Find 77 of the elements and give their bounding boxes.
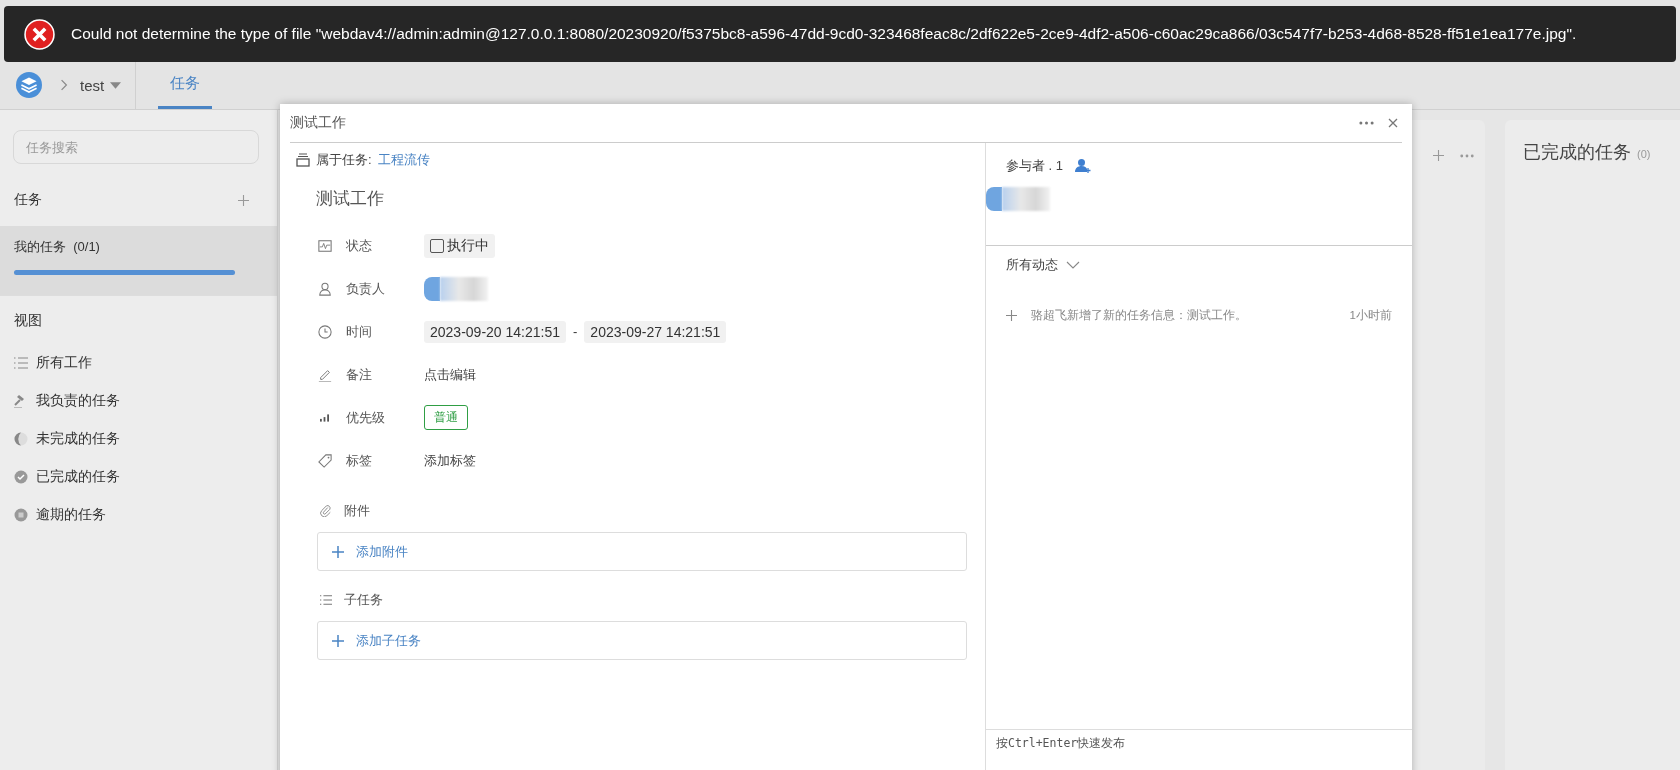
priority-tag[interactable]: 普通: [424, 405, 468, 430]
parent-label: 属于任务:: [316, 151, 372, 169]
add-button[interactable]: 添加子任务: [317, 621, 967, 660]
field-label: 标签: [346, 451, 373, 470]
pulse-icon: [318, 238, 332, 253]
participants-label: 参与者 . 1: [1006, 157, 1064, 175]
field-label: 优先级: [346, 408, 386, 427]
field-label: 备注: [346, 365, 373, 384]
dialog-title: 测试工作: [290, 114, 347, 132]
tag-icon: [318, 453, 332, 468]
blurred-name: [1002, 187, 1050, 211]
view-label: 所有工作: [36, 354, 92, 372]
checkbox[interactable]: [430, 238, 444, 253]
list-icon: [320, 594, 332, 606]
column-count: (0): [1637, 148, 1651, 160]
plus-icon: [332, 634, 344, 647]
avatar: [986, 187, 1002, 211]
project-dropdown[interactable]: test: [80, 76, 122, 94]
close-icon[interactable]: [1388, 118, 1398, 128]
task-list-label: 我的任务 (0/1): [14, 239, 100, 254]
user-icon: [318, 281, 332, 296]
comment-hint[interactable]: 按Ctrl+Enter快速发布: [996, 736, 1126, 750]
stack-icon: [296, 153, 310, 167]
check-circle-icon: [14, 470, 28, 484]
clock-icon: [318, 324, 332, 339]
activity-filter-dropdown[interactable]: 所有动态: [1006, 256, 1080, 274]
list-icon: [14, 356, 28, 370]
section-label: 子任务: [344, 591, 383, 609]
error-icon: [24, 18, 55, 50]
activity-text: 骆超飞新增了新的任务信息：测试工作。: [1031, 308, 1248, 323]
view-item[interactable]: 逾期的任务: [0, 496, 277, 534]
blurred-name: [440, 276, 488, 301]
chevron-right-icon: [60, 79, 68, 91]
start-time[interactable]: 2023-09-20 14:21:51: [424, 320, 566, 343]
end-time[interactable]: 2023-09-27 14:21:51: [584, 320, 727, 343]
task-list-item[interactable]: 我的任务 (0/1): [0, 226, 277, 296]
plus-icon: [1006, 310, 1017, 321]
view-item[interactable]: 我负责的任务: [0, 382, 277, 420]
view-label: 逾期的任务: [36, 506, 106, 524]
field-label: 时间: [346, 322, 373, 341]
paperclip-icon: [320, 505, 332, 517]
section-title: 任务: [14, 191, 42, 209]
pencil-icon: [318, 367, 332, 382]
note-edit-link[interactable]: 点击编辑: [424, 365, 476, 384]
field-label: 状态: [346, 236, 373, 255]
bars-icon: [320, 413, 329, 422]
more-icon[interactable]: [1460, 153, 1474, 158]
view-item[interactable]: 未完成的任务: [0, 420, 277, 458]
view-label: 未完成的任务: [36, 430, 120, 448]
task-title[interactable]: 测试工作: [316, 187, 384, 210]
field-label: 负责人: [346, 279, 386, 298]
activity-time: 1小时前: [1349, 308, 1392, 323]
search-input[interactable]: 任务搜索: [13, 130, 259, 164]
plus-icon[interactable]: [1433, 150, 1444, 161]
plus-icon[interactable]: [238, 194, 249, 206]
circle-icon: [14, 508, 28, 522]
add-button[interactable]: 添加附件: [317, 532, 967, 571]
view-label: 已完成的任务: [36, 468, 120, 486]
views-title: 视图: [13, 311, 43, 330]
add-tag-link[interactable]: 添加标签: [424, 451, 476, 470]
view-item[interactable]: 已完成的任务: [0, 458, 277, 496]
column-title: 已完成的任务: [1523, 141, 1631, 164]
time-separator: -: [573, 324, 578, 339]
view-label: 我负责的任务: [36, 392, 120, 410]
parent-task-link[interactable]: 工程流传: [377, 151, 430, 169]
section-label: 附件: [344, 502, 370, 520]
more-icon[interactable]: [1359, 121, 1374, 125]
half-circle-icon: [14, 432, 28, 446]
plus-icon: [332, 545, 344, 558]
error-message: Could not determine the type of file "webdav4://admin:admin@127.0.0.1:8080/20230920/f5375bc8-a596-47dd-9cd0-323468feac8c/2df622e5-2ce9-4df2-a506-c60ac29ca866/03c547f7-b253-4d68-8528-ff51e1ea177e.jpg".: [71, 25, 1577, 43]
caret-down-icon: [110, 81, 122, 89]
chevron-down-icon: [1066, 261, 1080, 269]
add-user-icon[interactable]: [1075, 158, 1092, 174]
status-chip[interactable]: 执行中: [424, 233, 495, 258]
avatar: [424, 276, 440, 301]
view-item[interactable]: 所有工作: [0, 344, 277, 382]
logo-icon[interactable]: [16, 72, 42, 98]
